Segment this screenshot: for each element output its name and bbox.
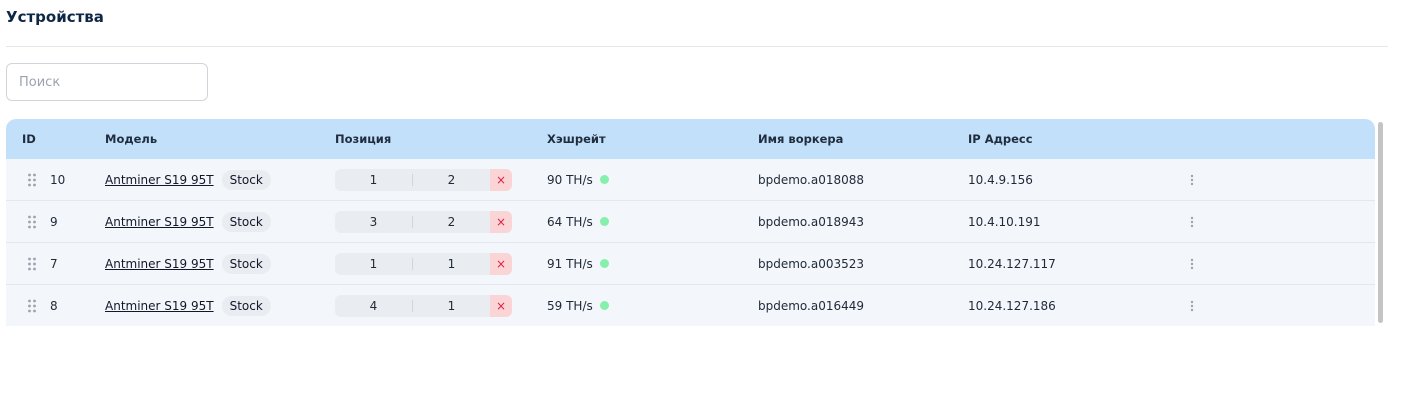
device-id: 10 <box>50 172 66 187</box>
status-dot-icon <box>599 175 609 184</box>
stock-badge: Stock <box>221 253 271 274</box>
column-header-id[interactable]: ID <box>22 119 36 159</box>
model-link[interactable]: Antminer S19 95T <box>105 173 214 187</box>
model-cell: Antminer S19 95T Stock <box>105 201 271 242</box>
close-icon: × <box>495 172 507 187</box>
drag-handle-icon[interactable] <box>26 159 38 200</box>
position-cell: 3 2 × <box>335 201 512 242</box>
position-rack-field[interactable]: 3 <box>335 211 412 233</box>
position-cell: 1 1 × <box>335 243 512 284</box>
close-icon: × <box>495 298 507 313</box>
hashrate-cell: 90 TH/s <box>547 159 609 200</box>
worker-name: bpdemo.a016449 <box>758 298 865 313</box>
device-id: 8 <box>50 298 58 313</box>
more-vertical-icon[interactable] <box>1186 243 1198 284</box>
close-icon: × <box>495 214 507 229</box>
position-cell: 4 1 × <box>335 285 512 326</box>
model-cell: Antminer S19 95T Stock <box>105 285 271 326</box>
device-id: 7 <box>50 256 58 271</box>
hashrate-cell: 64 TH/s <box>547 201 609 242</box>
ip-address: 10.4.10.191 <box>968 214 1041 229</box>
column-header-model[interactable]: Модель <box>105 119 157 159</box>
stock-badge: Stock <box>221 169 271 190</box>
status-dot-icon <box>599 301 609 310</box>
worker-name: bpdemo.a003523 <box>758 256 865 271</box>
clear-position-button[interactable]: × <box>490 210 512 233</box>
stock-badge: Stock <box>221 295 271 316</box>
hashrate-cell: 91 TH/s <box>547 243 609 284</box>
ip-address: 10.4.9.156 <box>968 172 1033 187</box>
hashrate-value: 64 TH/s <box>547 214 593 229</box>
table-row[interactable]: 9 Antminer S19 95T Stock 3 2 × 64 TH/s b… <box>6 201 1375 243</box>
column-header-position[interactable]: Позиция <box>335 119 391 159</box>
devices-table: ID Модель Позиция Хэшрейт Имя воркера IP… <box>6 119 1375 326</box>
status-dot-icon <box>599 259 609 268</box>
table-row[interactable]: 10 Antminer S19 95T Stock 1 2 × 90 TH/s <box>6 159 1375 201</box>
model-link[interactable]: Antminer S19 95T <box>105 215 214 229</box>
device-id: 9 <box>50 214 58 229</box>
clear-position-button[interactable]: × <box>490 252 512 275</box>
position-cell: 1 2 × <box>335 159 512 200</box>
position-rack-field[interactable]: 1 <box>335 169 412 191</box>
search-input[interactable] <box>6 63 208 101</box>
ip-address: 10.24.127.117 <box>968 256 1056 271</box>
position-slot-field[interactable]: 1 <box>413 253 490 275</box>
stock-badge: Stock <box>221 211 271 232</box>
hashrate-cell: 59 TH/s <box>547 285 609 326</box>
position-control: 1 2 × <box>335 168 512 191</box>
model-link[interactable]: Antminer S19 95T <box>105 257 214 271</box>
more-vertical-icon[interactable] <box>1186 159 1198 200</box>
clear-position-button[interactable]: × <box>490 294 512 317</box>
hashrate-value: 59 TH/s <box>547 298 593 313</box>
position-rack-field[interactable]: 4 <box>335 295 412 317</box>
position-control: 4 1 × <box>335 294 512 317</box>
column-header-ip[interactable]: IP Адресс <box>968 119 1033 159</box>
column-header-worker[interactable]: Имя воркера <box>758 119 843 159</box>
table-row[interactable]: 7 Antminer S19 95T Stock 1 1 × 91 TH/s b… <box>6 243 1375 285</box>
table-row[interactable]: 8 Antminer S19 95T Stock 4 1 × 59 TH/s b… <box>6 285 1375 326</box>
hashrate-value: 90 TH/s <box>547 172 593 187</box>
drag-handle-icon[interactable] <box>26 285 38 326</box>
drag-handle-icon[interactable] <box>26 243 38 284</box>
model-link[interactable]: Antminer S19 95T <box>105 299 214 313</box>
position-rack-field[interactable]: 1 <box>335 253 412 275</box>
position-slot-field[interactable]: 1 <box>413 295 490 317</box>
drag-handle-icon[interactable] <box>26 201 38 242</box>
header-divider <box>6 46 1388 47</box>
model-cell: Antminer S19 95T Stock <box>105 159 271 200</box>
model-cell: Antminer S19 95T Stock <box>105 243 271 284</box>
more-vertical-icon[interactable] <box>1186 201 1198 242</box>
more-vertical-icon[interactable] <box>1186 285 1198 326</box>
status-dot-icon <box>599 217 609 226</box>
ip-address: 10.24.127.186 <box>968 298 1056 313</box>
close-icon: × <box>495 256 507 271</box>
table-body: 10 Antminer S19 95T Stock 1 2 × 90 TH/s <box>6 159 1375 326</box>
page-title: Устройства <box>6 8 104 26</box>
position-slot-field[interactable]: 2 <box>413 211 490 233</box>
worker-name: bpdemo.a018943 <box>758 214 865 229</box>
devices-page: Устройства ID Модель Позиция Хэшрейт Имя… <box>0 0 1401 401</box>
hashrate-value: 91 TH/s <box>547 256 593 271</box>
clear-position-button[interactable]: × <box>490 168 512 191</box>
position-slot-field[interactable]: 2 <box>413 169 490 191</box>
position-control: 3 2 × <box>335 210 512 233</box>
position-control: 1 1 × <box>335 252 512 275</box>
column-header-hashrate[interactable]: Хэшрейт <box>547 119 606 159</box>
vertical-scrollbar[interactable] <box>1378 122 1383 323</box>
worker-name: bpdemo.a018088 <box>758 172 865 187</box>
table-header: ID Модель Позиция Хэшрейт Имя воркера IP… <box>6 119 1375 159</box>
